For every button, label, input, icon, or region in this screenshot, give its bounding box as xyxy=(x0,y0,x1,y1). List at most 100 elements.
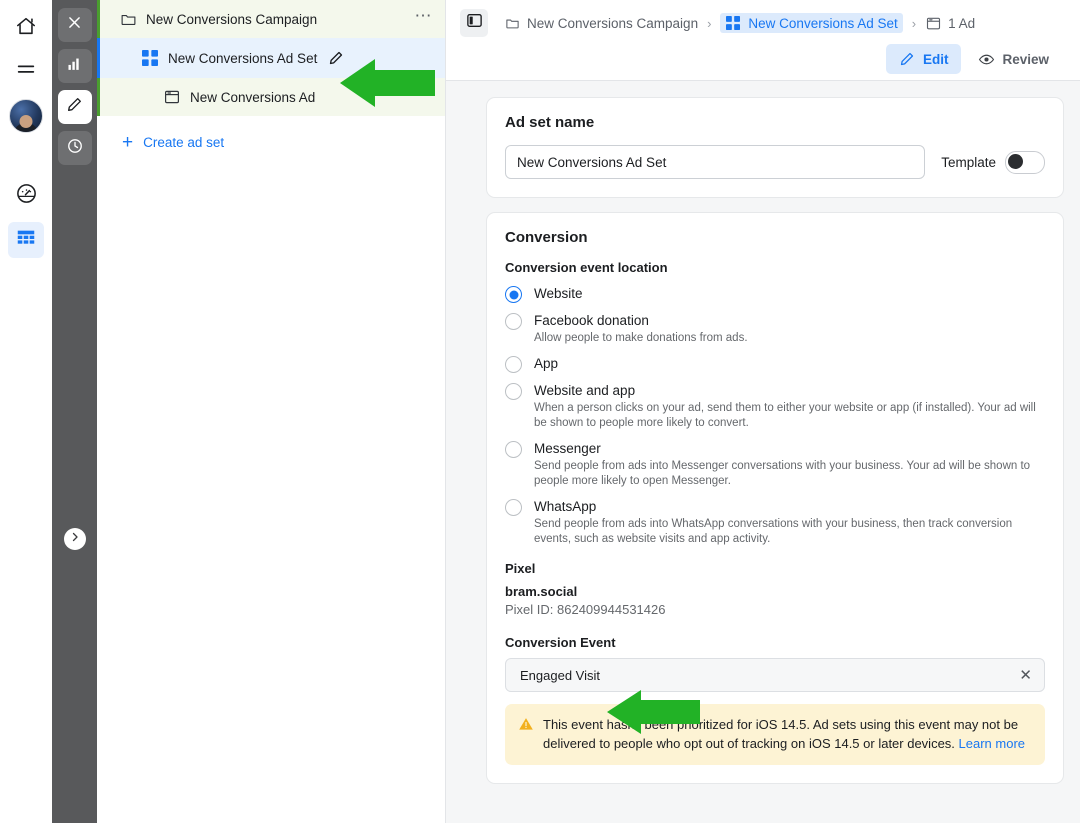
breadcrumb-item-campaign[interactable]: New Conversions Campaign xyxy=(504,15,698,31)
tree-row-campaign[interactable]: New Conversions Campaign ⋯ xyxy=(97,0,445,38)
create-ad-set-label: Create ad set xyxy=(143,134,225,150)
radio-option-messenger[interactable]: Messenger Send people from ads into Mess… xyxy=(505,440,1045,489)
grid-squares-icon xyxy=(725,15,741,31)
ios-warning-text: This event hasn't been prioritized for i… xyxy=(543,717,1019,751)
radio-description: Send people from ads into WhatsApp conve… xyxy=(534,518,1013,545)
toggle-knob xyxy=(1008,153,1023,169)
tab-edit[interactable]: Edit xyxy=(885,44,962,74)
edit-tool-button[interactable] xyxy=(57,90,92,124)
ad-set-name-card: Ad set name Template xyxy=(486,97,1064,198)
tree-row-label: New Conversions Ad Set xyxy=(168,50,318,66)
template-label: Template xyxy=(941,154,996,170)
radio-option-facebook-donation[interactable]: Facebook donation Allow people to make d… xyxy=(505,312,1045,346)
row-accent-bar xyxy=(97,0,100,38)
sidebar-item-performance[interactable] xyxy=(8,178,44,214)
row-more-menu-icon[interactable]: ⋯ xyxy=(415,7,434,27)
radio-label: Facebook donation xyxy=(534,313,649,328)
breadcrumb-label: New Conversions Campaign xyxy=(527,15,699,31)
folder-icon xyxy=(119,10,137,28)
grid-table-icon xyxy=(15,227,37,254)
breadcrumb-item-ad-set[interactable]: New Conversions Ad Set xyxy=(720,13,903,33)
close-editor-button[interactable] xyxy=(57,8,92,42)
radio-label: App xyxy=(534,356,559,371)
ad-set-name-title: Ad set name xyxy=(505,114,595,131)
campaign-tree-panel: New Conversions Campaign ⋯ New Conversio… xyxy=(97,0,446,823)
row-accent-bar xyxy=(97,78,100,116)
tab-review[interactable]: Review xyxy=(965,44,1062,74)
radio-button[interactable] xyxy=(505,286,522,303)
rename-ad-set-pencil-icon[interactable] xyxy=(327,49,345,67)
breadcrumb-separator: › xyxy=(911,15,917,31)
pencil-icon xyxy=(66,96,83,118)
radio-option-app[interactable]: App xyxy=(505,355,1045,373)
conversion-event-value: Engaged Visit xyxy=(520,667,600,683)
radio-label: Messenger xyxy=(534,441,601,456)
global-icon-rail xyxy=(0,0,52,823)
sidebar-item-ads-manager[interactable] xyxy=(8,222,44,258)
breadcrumb-label: New Conversions Ad Set xyxy=(748,15,898,31)
panel-toggle-icon xyxy=(466,12,483,34)
conversion-title: Conversion xyxy=(505,229,588,246)
conversion-event-heading: Conversion Event xyxy=(505,635,616,650)
editor-action-tabs: Edit Review xyxy=(460,38,1066,80)
menu-icon xyxy=(15,59,37,86)
conversion-event-location-label: Conversion event location xyxy=(505,260,668,275)
create-ad-set-button[interactable]: + Create ad set xyxy=(97,123,445,161)
conversion-event-field[interactable]: Engaged Visit ✕ xyxy=(505,658,1045,692)
grid-squares-icon xyxy=(141,49,159,67)
warning-triangle-icon xyxy=(518,716,534,732)
history-button[interactable] xyxy=(57,131,92,165)
row-more-menu-icon[interactable]: ⋯ xyxy=(415,85,434,105)
sidebar-item-account[interactable] xyxy=(8,98,44,134)
close-icon[interactable]: ✕ xyxy=(1019,668,1032,683)
avatar xyxy=(9,99,43,133)
tree-row-label: New Conversions Ad xyxy=(190,89,316,105)
radio-button[interactable] xyxy=(505,313,522,330)
template-toggle[interactable] xyxy=(1005,150,1045,174)
panel-toggle-button[interactable] xyxy=(460,9,488,37)
breadcrumb-separator: › xyxy=(707,15,712,31)
main-panel: New Conversions Campaign › New Conversio… xyxy=(446,0,1080,823)
breadcrumb: New Conversions Campaign › New Conversio… xyxy=(460,8,1066,38)
tree-row-ad[interactable]: New Conversions Ad ⋯ xyxy=(97,78,445,116)
breadcrumb-label: 1 Ad xyxy=(948,15,976,31)
editor-topbar: New Conversions Campaign › New Conversio… xyxy=(446,0,1080,81)
pixel-heading: Pixel xyxy=(505,561,536,576)
radio-option-website-and-app[interactable]: Website and app When a person clicks on … xyxy=(505,382,1045,431)
breadcrumb-item-ads[interactable]: 1 Ad xyxy=(925,15,975,31)
reports-button[interactable] xyxy=(57,49,92,83)
tab-review-label: Review xyxy=(1002,51,1049,67)
radio-label: Website xyxy=(534,286,583,301)
tab-edit-label: Edit xyxy=(922,51,949,67)
radio-button[interactable] xyxy=(505,499,522,516)
radio-description: Send people from ads into Messenger conv… xyxy=(534,460,1031,487)
radio-option-whatsapp[interactable]: WhatsApp Send people from ads into Whats… xyxy=(505,498,1045,547)
radio-button[interactable] xyxy=(505,356,522,373)
radio-button[interactable] xyxy=(505,441,522,458)
ios-warning-banner: This event hasn't been prioritized for i… xyxy=(505,704,1045,765)
ad-set-name-input[interactable] xyxy=(505,145,926,179)
radio-button[interactable] xyxy=(505,383,522,400)
sidebar-item-home[interactable] xyxy=(8,10,44,46)
sidebar-item-menu[interactable] xyxy=(8,54,44,90)
eye-icon xyxy=(978,51,995,68)
ad-window-icon xyxy=(925,15,941,31)
ads-manager-window: New Conversions Campaign ⋯ New Conversio… xyxy=(0,0,1080,823)
tree-row-label: New Conversions Campaign xyxy=(146,11,318,27)
radio-label: Website and app xyxy=(534,383,636,398)
learn-more-link[interactable]: Learn more xyxy=(959,736,1025,751)
radio-label: WhatsApp xyxy=(534,499,597,514)
pixel-name: bram.social xyxy=(505,584,578,599)
row-accent-bar xyxy=(97,38,100,78)
editor-tool-rail xyxy=(52,0,97,823)
tree-row-ad-set[interactable]: New Conversions Ad Set xyxy=(97,38,445,78)
close-icon xyxy=(66,14,83,36)
chevron-right-icon xyxy=(69,530,81,548)
expand-panel-button[interactable] xyxy=(63,528,86,550)
plus-icon: + xyxy=(122,131,134,153)
pencil-icon xyxy=(899,51,916,68)
radio-option-website[interactable]: Website xyxy=(505,285,1045,303)
editor-content: Ad set name Template Conversion Conversi… xyxy=(446,81,1080,823)
radio-description: Allow people to make donations from ads. xyxy=(534,332,748,344)
bar-chart-icon xyxy=(66,55,83,77)
